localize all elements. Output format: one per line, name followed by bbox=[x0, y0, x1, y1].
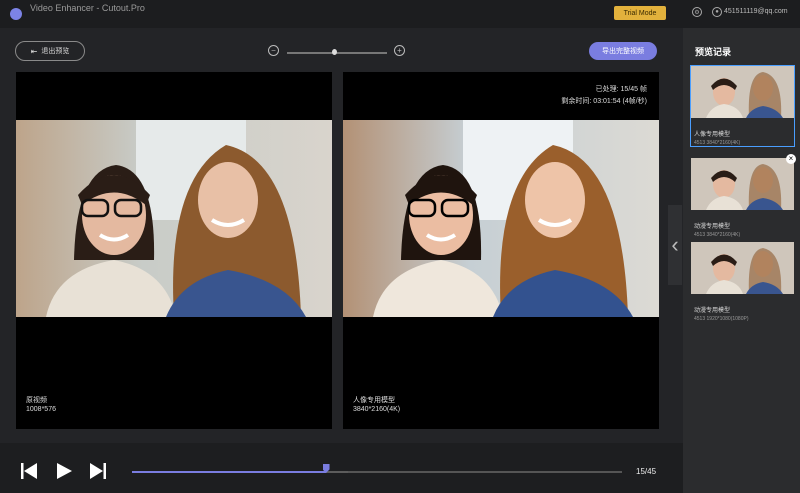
history-item[interactable]: 动漫专用模型 4513 3840*2160(4K) bbox=[691, 158, 794, 238]
enhanced-video-panel: 已处理: 15/45 帧 剩余时间: 03:01:54 (4帧/秒) 人像专用模… bbox=[343, 72, 659, 429]
history-item-meta: 4513 3840*2160(4K) bbox=[694, 232, 741, 238]
history-item-label: 人像专用模型 bbox=[694, 132, 731, 138]
history-item[interactable]: 动漫专用模型 4513 1920*1080(1080P) bbox=[691, 242, 794, 322]
zoom-in-icon[interactable]: + bbox=[394, 45, 405, 56]
next-frame-icon[interactable] bbox=[89, 462, 107, 480]
history-item-meta: 4513 3840*2160(4K) bbox=[694, 140, 741, 146]
zoom-slider-thumb[interactable] bbox=[331, 49, 337, 55]
previous-frame-icon[interactable] bbox=[20, 462, 38, 480]
exit-icon: ⇤ bbox=[30, 46, 38, 56]
preview-area: ⇤ 退出预览 − + 导出完整视频 原视频 1008*576 已处理: 15/4… bbox=[0, 28, 683, 443]
history-item-meta: 4513 1920*1080(1080P) bbox=[694, 316, 749, 322]
settings-icon[interactable]: ⚙ bbox=[692, 7, 702, 17]
title-bar: Video Enhancer - Cutout.Pro bbox=[0, 0, 800, 28]
player-bar: 15/45 bbox=[0, 443, 683, 493]
history-item-label: 动漫专用模型 bbox=[694, 308, 731, 314]
original-video-panel: 原视频 1008*576 bbox=[16, 72, 332, 429]
remaining-time: 剩余时间: 03:01:54 (4帧/秒) bbox=[561, 98, 647, 105]
history-thumbnail bbox=[691, 66, 794, 118]
original-photo bbox=[16, 120, 332, 317]
enhanced-photo bbox=[343, 120, 659, 317]
original-caption: 原视频 bbox=[26, 397, 47, 404]
enhanced-resolution: 3840*2160(4K) bbox=[353, 406, 401, 413]
user-email: 451511119@qq.com bbox=[724, 8, 788, 15]
preview-history-sidebar: 预览记录 人像专用模型 4513 3840*2160(4K) 动漫专用模型 45… bbox=[683, 28, 800, 493]
exit-preview-button[interactable]: ⇤ 退出预览 bbox=[15, 41, 85, 61]
history-item[interactable]: 人像专用模型 4513 3840*2160(4K) bbox=[690, 65, 795, 147]
user-icon[interactable]: ● bbox=[712, 7, 722, 17]
zoom-slider[interactable] bbox=[287, 52, 387, 54]
zoom-out-icon[interactable]: − bbox=[268, 45, 279, 56]
sidebar-title: 预览记录 bbox=[695, 47, 732, 57]
history-item-label: 动漫专用模型 bbox=[694, 224, 731, 230]
play-icon[interactable] bbox=[55, 462, 73, 480]
frame-counter: 15/45 bbox=[636, 467, 657, 476]
processed-frames: 已处理: 15/45 帧 bbox=[595, 86, 647, 93]
trial-mode-badge[interactable]: Trial Mode bbox=[614, 6, 666, 20]
app-title: Video Enhancer - Cutout.Pro bbox=[30, 3, 145, 13]
close-icon[interactable]: × bbox=[786, 154, 796, 164]
chevron-left-icon: ‹ bbox=[671, 232, 679, 257]
history-thumbnail bbox=[691, 242, 794, 294]
original-resolution: 1008*576 bbox=[26, 406, 56, 413]
seek-bar[interactable] bbox=[132, 471, 622, 473]
history-thumbnail bbox=[691, 158, 794, 210]
export-full-video-button[interactable]: 导出完整视频 bbox=[589, 42, 657, 60]
seek-progress bbox=[132, 471, 327, 473]
exit-preview-label: 退出预览 bbox=[41, 48, 70, 55]
collapse-sidebar-button[interactable]: ‹ bbox=[668, 205, 682, 285]
enhanced-caption: 人像专用模型 bbox=[353, 397, 395, 404]
app-logo bbox=[10, 8, 22, 20]
